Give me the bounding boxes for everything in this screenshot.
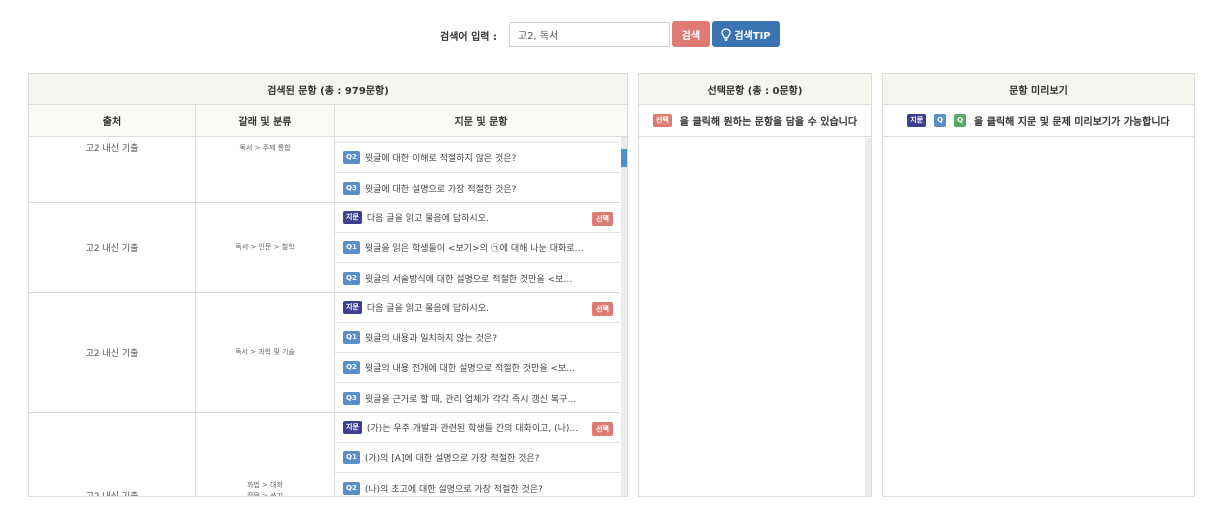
results-rows[interactable]: 고2 내신 기출 독서 > 주제 통합 Q2 윗글에 대한 이해로 적절하지 않은 것… [29, 137, 627, 496]
row-items: 지문 다음 글을 읽고 물음에 답하시오. 선택 Q1 윗글을 읽은 학생들이 <보기>… [335, 203, 623, 293]
question-tag[interactable]: Q3 [343, 181, 360, 195]
results-scroll-thumb[interactable] [621, 149, 627, 167]
item-text: 윗글을 읽은 학생들이 <보기>의 ㉠에 대해 나눈 대화로… [364, 244, 584, 254]
item-text: 윗글에 대한 이해로 적절하지 않은 것은? [364, 154, 517, 164]
table-row: 고2 내신 기출 독서 > 과학 및 기술 지문 다음 글을 읽고 물음에 답하시오.… [29, 293, 623, 413]
list-item[interactable]: Q1 (가)의 [A]에 대한 설명으로 가장 적절한 것은? [335, 443, 623, 473]
question-tag[interactable]: Q1 [343, 331, 360, 344]
passage-tag[interactable]: 지문 [343, 211, 362, 224]
table-row: 고2 내신 기출화법 > 대화작문 > 쓰기 지문 (가)는 우주 개발과 관련된 … [29, 413, 623, 496]
item-text: 윗글을 근거로 할 때, 관리 업체가 각각 즉시 갱신 복구… [364, 394, 577, 405]
row-category-line: 화법 > 대화 [246, 481, 284, 489]
row-source: 고2 내신 기출 [29, 203, 196, 292]
search-tip-label: 검색TIP [734, 30, 771, 42]
row-source: 고2 내신 기출 [29, 137, 196, 202]
row-category-line: 작문 > 쓰기 [246, 492, 284, 496]
results-title: 검색된 문항 (총 : 979문항) [29, 74, 627, 105]
passage-tag-sample: 지문 [907, 114, 927, 127]
select-tag-sample: 선택 [652, 114, 672, 127]
row-category: 독서 > 주제 통합 [196, 137, 335, 202]
table-row: 고2 내신 기출 독서 > 인문 > 철학 지문 다음 글을 읽고 물음에 답하시오.… [29, 203, 623, 293]
row-source: 고2 내신 기출 [29, 413, 196, 496]
item-text: (가)의 [A]에 대한 설명으로 가장 적절한 것은? [364, 454, 540, 464]
question-tag-sample: Q [934, 114, 947, 127]
question-tag[interactable]: Q3 [343, 391, 360, 405]
search-input[interactable] [509, 22, 670, 47]
column-category: 갈래 및 분류 [196, 105, 335, 136]
question-tag-sample-alt: Q [954, 114, 967, 127]
column-source: 출처 [29, 105, 196, 136]
row-items: 지문 다음 글을 읽고 물음에 답하시오. 선택 Q1 윗글의 내용과 일치하지 않는 … [335, 293, 623, 413]
question-tag[interactable]: Q2 [343, 481, 360, 495]
results-column-headers: 출처 갈래 및 분류 지문 및 문항 [29, 105, 627, 137]
item-text: 다음 글을 읽고 물음에 답하시오. [366, 304, 489, 314]
select-button[interactable]: 선택 [592, 422, 613, 436]
passage-tag[interactable]: 지문 [343, 421, 362, 434]
list-item[interactable]: 지문 다음 글을 읽고 물음에 답하시오. 선택 [335, 203, 623, 233]
question-tag[interactable]: Q2 [343, 361, 360, 374]
item-text: 윗글의 내용 전개에 대한 설명으로 적절한 것만을 <보… [364, 364, 576, 374]
question-tag[interactable]: Q1 [343, 241, 360, 254]
question-tag[interactable]: Q2 [343, 271, 360, 285]
preview-panel: 문항 미리보기 지문 Q Q 을 클릭해 지문 및 문제 미리보기가 가능합니다 [882, 73, 1195, 497]
list-item[interactable]: Q2 윗글의 서술방식에 대한 설명으로 적절한 것만을 <보… [335, 263, 623, 293]
results-panel: 검색된 문항 (총 : 979문항) 출처 갈래 및 분류 지문 및 문항 고2… [28, 73, 628, 497]
selected-hint-text: 을 클릭해 원하는 문항을 담을 수 있습니다 [679, 117, 858, 128]
preview-title: 문항 미리보기 [883, 74, 1194, 105]
list-item[interactable]: Q2 (나)의 초고에 대한 설명으로 가장 적절한 것은? [335, 473, 623, 496]
selected-scrollbar[interactable] [865, 138, 871, 496]
table-row: 고2 내신 기출 독서 > 주제 통합 Q2 윗글에 대한 이해로 적절하지 않은 것… [29, 137, 623, 203]
item-text: 윗글의 서술방식에 대한 설명으로 적절한 것만을 <보… [364, 274, 573, 285]
question-tag[interactable]: Q2 [343, 151, 360, 164]
selected-title: 선택문항 (총 : 0문항) [639, 74, 871, 105]
column-questions: 지문 및 문항 [454, 117, 508, 128]
list-item[interactable]: 지문 다음 글을 읽고 물음에 답하시오. 선택 [335, 293, 623, 323]
item-text: 윗글에 대한 설명으로 가장 적절한 것은? [364, 184, 517, 195]
lightbulb-icon [721, 27, 731, 41]
row-category: 독서 > 인문 > 철학 [196, 203, 335, 292]
row-items: Q2 윗글에 대한 이해로 적절하지 않은 것은? Q3 윗글에 대한 설명으로 가장… [335, 137, 623, 203]
passage-tag[interactable]: 지문 [343, 301, 362, 314]
item-text: (나)의 초고에 대한 설명으로 가장 적절한 것은? [364, 484, 543, 495]
selected-hint: 선택 을 클릭해 원하는 문항을 담을 수 있습니다 [639, 105, 871, 137]
list-item[interactable]: Q2 윗글에 대한 이해로 적절하지 않은 것은? [335, 143, 623, 173]
list-item[interactable]: Q1 윗글의 내용과 일치하지 않는 것은? [335, 323, 623, 353]
list-item[interactable]: Q3 윗글을 근거로 할 때, 관리 업체가 각각 즉시 갱신 복구… [335, 383, 623, 413]
list-item[interactable]: Q1 윗글을 읽은 학생들이 <보기>의 ㉠에 대해 나눈 대화로… [335, 233, 623, 263]
row-category: 화법 > 대화작문 > 쓰기 [196, 413, 335, 496]
list-item[interactable]: Q2 윗글의 내용 전개에 대한 설명으로 적절한 것만을 <보… [335, 353, 623, 383]
preview-hint: 지문 Q Q 을 클릭해 지문 및 문제 미리보기가 가능합니다 [883, 105, 1194, 137]
question-tag[interactable]: Q1 [343, 451, 360, 464]
search-label: 검색어 입력 : [440, 32, 497, 43]
search-tip-button[interactable]: 검색TIP [712, 21, 780, 47]
row-category: 독서 > 과학 및 기술 [196, 293, 335, 412]
item-text: 다음 글을 읽고 물음에 답하시오. [366, 214, 489, 224]
row-items: 지문 (가)는 우주 개발과 관련된 학생들 간의 대화이고, (나)… 선택 Q1 (… [335, 413, 623, 496]
results-scrollbar[interactable] [621, 137, 627, 496]
item-text: 윗글의 내용과 일치하지 않는 것은? [364, 334, 497, 344]
select-button[interactable]: 선택 [592, 302, 613, 316]
search-button[interactable]: 검색 [672, 21, 710, 47]
list-item[interactable]: 지문 (가)는 우주 개발과 관련된 학생들 간의 대화이고, (나)… 선택 [335, 413, 623, 443]
row-source: 고2 내신 기출 [29, 293, 196, 412]
preview-hint-text: 을 클릭해 지문 및 문제 미리보기가 가능합니다 [974, 117, 1170, 128]
selected-panel: 선택문항 (총 : 0문항) 선택 을 클릭해 원하는 문항을 담을 수 있습니… [638, 73, 872, 497]
select-button[interactable]: 선택 [592, 212, 613, 226]
list-item[interactable]: Q3 윗글에 대한 설명으로 가장 적절한 것은? [335, 173, 623, 203]
item-text: (가)는 우주 개발과 관련된 학생들 간의 대화이고, (나)… [366, 424, 579, 434]
